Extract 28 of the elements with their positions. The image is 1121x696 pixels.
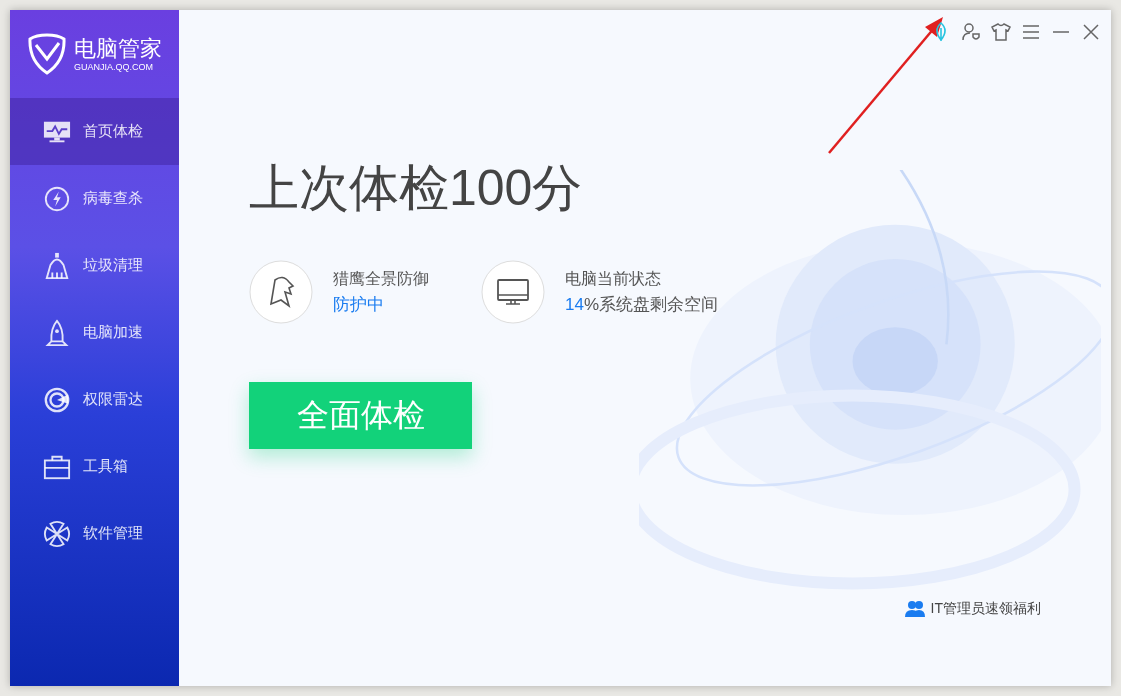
monitor-icon <box>481 260 545 324</box>
sidebar-item[interactable]: 软件管理 <box>10 500 179 567</box>
app-url: GUANJIA.QQ.COM <box>74 62 154 72</box>
close-icon[interactable] <box>1081 22 1101 42</box>
clover-icon <box>43 519 71 548</box>
last-scan-score: 上次体检100分 <box>249 159 584 218</box>
sidebar-item[interactable]: 首页体检 <box>10 98 179 165</box>
shirt-icon[interactable] <box>991 22 1011 42</box>
sidebar-item[interactable]: 病毒查杀 <box>10 165 179 232</box>
promo-link[interactable]: IT管理员速领福利 <box>930 600 1041 618</box>
broom-icon <box>43 251 71 280</box>
radar-icon <box>43 385 71 414</box>
sidebar-item[interactable]: 工具箱 <box>10 433 179 500</box>
user-shield-icon[interactable] <box>961 22 981 42</box>
lightning-icon <box>43 184 71 213</box>
app-title: 电脑管家 <box>74 36 162 62</box>
sidebar-item[interactable]: 垃圾清理 <box>10 232 179 299</box>
sidebar-item[interactable]: 电脑加速 <box>10 299 179 366</box>
sidebar-item[interactable]: 权限雷达 <box>10 366 179 433</box>
shield-logo-icon <box>28 33 66 75</box>
status-value: 防护中 <box>333 294 385 316</box>
status-title: 电脑当前状态 <box>565 269 662 289</box>
status-value: 14%系统盘剩余空间 <box>565 294 719 316</box>
users-icon <box>904 600 925 618</box>
menu-icon[interactable] <box>1021 22 1041 42</box>
status-title: 猎鹰全景防御 <box>333 269 429 289</box>
rocket-icon <box>43 318 71 347</box>
eagle-icon <box>249 260 313 324</box>
